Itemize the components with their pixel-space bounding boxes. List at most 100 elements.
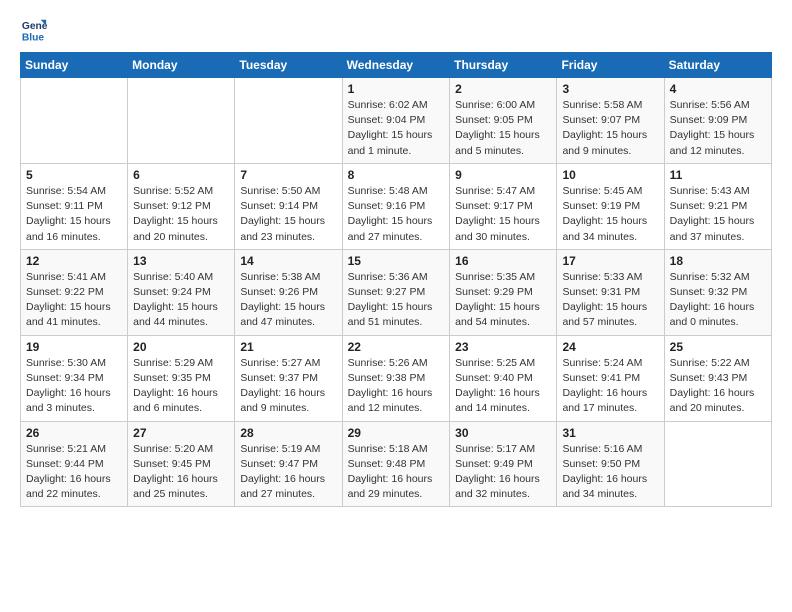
day-detail: Sunrise: 5:16 AM Sunset: 9:50 PM Dayligh… (562, 442, 658, 503)
calendar-cell: 16Sunrise: 5:35 AM Sunset: 9:29 PM Dayli… (450, 249, 557, 335)
day-header-friday: Friday (557, 53, 664, 78)
day-number: 15 (348, 254, 445, 268)
day-number: 24 (562, 340, 658, 354)
calendar-header: SundayMondayTuesdayWednesdayThursdayFrid… (21, 53, 772, 78)
calendar-cell: 27 Sunrise: 5:20 AM Sunset: 9:45 PM Dayli… (128, 421, 235, 507)
calendar-cell: 3 Sunrise: 5:58 AM Sunset: 9:07 PM Daylig… (557, 78, 664, 164)
day-detail: Sunrise: 5:24 AM Sunset: 9:41 PM Dayligh… (562, 356, 658, 417)
day-detail: Sunrise: 5:40 AM Sunset: 9:24 PM Dayligh… (133, 270, 229, 331)
calendar-cell: 7Sunrise: 5:50 AM Sunset: 9:14 PM Daylig… (235, 163, 342, 249)
day-number: 9 (455, 168, 551, 182)
day-detail: Sunrise: 6:02 AM Sunset: 9:04 PM Dayligh… (348, 98, 445, 159)
calendar-cell (235, 78, 342, 164)
day-detail: Sunrise: 5:21 AM Sunset: 9:44 PM Dayligh… (26, 442, 122, 503)
calendar-cell: 31 Sunrise: 5:16 AM Sunset: 9:50 PM Dayli… (557, 421, 664, 507)
week-row-4: 19 Sunrise: 5:30 AM Sunset: 9:34 PM Dayli… (21, 335, 772, 421)
day-number: 27 (133, 426, 229, 440)
week-row-5: 26 Sunrise: 5:21 AM Sunset: 9:44 PM Dayli… (21, 421, 772, 507)
calendar-cell: 4 Sunrise: 5:56 AM Sunset: 9:09 PM Daylig… (664, 78, 771, 164)
day-detail: Sunrise: 5:56 AM Sunset: 9:09 PM Dayligh… (670, 98, 766, 159)
calendar-cell: 1 Sunrise: 6:02 AM Sunset: 9:04 PM Daylig… (342, 78, 450, 164)
day-number: 29 (348, 426, 445, 440)
calendar-cell: 24 Sunrise: 5:24 AM Sunset: 9:41 PM Dayli… (557, 335, 664, 421)
day-number: 25 (670, 340, 766, 354)
day-number: 16 (455, 254, 551, 268)
calendar-cell: 18 Sunrise: 5:32 AM Sunset: 9:32 PM Dayli… (664, 249, 771, 335)
calendar-cell: 15 Sunrise: 5:36 AM Sunset: 9:27 PM Dayli… (342, 249, 450, 335)
day-detail: Sunrise: 5:25 AM Sunset: 9:40 PM Dayligh… (455, 356, 551, 417)
day-number: 4 (670, 82, 766, 96)
page-header: General Blue (20, 16, 772, 44)
calendar-cell: 12Sunrise: 5:41 AM Sunset: 9:22 PM Dayli… (21, 249, 128, 335)
day-number: 22 (348, 340, 445, 354)
day-detail: Sunrise: 5:20 AM Sunset: 9:45 PM Dayligh… (133, 442, 229, 503)
day-detail: Sunrise: 5:58 AM Sunset: 9:07 PM Dayligh… (562, 98, 658, 159)
week-row-2: 5 Sunrise: 5:54 AM Sunset: 9:11 PM Daylig… (21, 163, 772, 249)
day-detail: Sunrise: 5:48 AM Sunset: 9:16 PM Dayligh… (348, 184, 445, 245)
day-header-sunday: Sunday (21, 53, 128, 78)
day-number: 13 (133, 254, 229, 268)
day-number: 10 (562, 168, 658, 182)
day-number: 12 (26, 254, 122, 268)
day-detail: Sunrise: 5:32 AM Sunset: 9:32 PM Dayligh… (670, 270, 766, 331)
day-detail: Sunrise: 5:54 AM Sunset: 9:11 PM Dayligh… (26, 184, 122, 245)
calendar-cell: 5 Sunrise: 5:54 AM Sunset: 9:11 PM Daylig… (21, 163, 128, 249)
day-number: 1 (348, 82, 445, 96)
day-header-wednesday: Wednesday (342, 53, 450, 78)
week-row-3: 12Sunrise: 5:41 AM Sunset: 9:22 PM Dayli… (21, 249, 772, 335)
day-detail: Sunrise: 5:47 AM Sunset: 9:17 PM Dayligh… (455, 184, 551, 245)
day-number: 7 (240, 168, 336, 182)
calendar-cell: 28Sunrise: 5:19 AM Sunset: 9:47 PM Dayli… (235, 421, 342, 507)
day-header-thursday: Thursday (450, 53, 557, 78)
calendar-cell: 22 Sunrise: 5:26 AM Sunset: 9:38 PM Dayli… (342, 335, 450, 421)
day-number: 5 (26, 168, 122, 182)
day-detail: Sunrise: 5:22 AM Sunset: 9:43 PM Dayligh… (670, 356, 766, 417)
day-detail: Sunrise: 5:27 AM Sunset: 9:37 PM Dayligh… (240, 356, 336, 417)
day-number: 26 (26, 426, 122, 440)
day-number: 30 (455, 426, 551, 440)
day-header-tuesday: Tuesday (235, 53, 342, 78)
calendar-cell: 30 Sunrise: 5:17 AM Sunset: 9:49 PM Dayli… (450, 421, 557, 507)
calendar-cell: 26 Sunrise: 5:21 AM Sunset: 9:44 PM Dayli… (21, 421, 128, 507)
day-number: 18 (670, 254, 766, 268)
day-number: 14 (240, 254, 336, 268)
day-detail: Sunrise: 5:30 AM Sunset: 9:34 PM Dayligh… (26, 356, 122, 417)
day-detail: Sunrise: 5:29 AM Sunset: 9:35 PM Dayligh… (133, 356, 229, 417)
day-detail: Sunrise: 5:36 AM Sunset: 9:27 PM Dayligh… (348, 270, 445, 331)
day-number: 2 (455, 82, 551, 96)
calendar-body: 1 Sunrise: 6:02 AM Sunset: 9:04 PM Daylig… (21, 78, 772, 507)
day-number: 21 (240, 340, 336, 354)
logo: General Blue (20, 16, 50, 44)
day-detail: Sunrise: 5:33 AM Sunset: 9:31 PM Dayligh… (562, 270, 658, 331)
calendar-cell: 2Sunrise: 6:00 AM Sunset: 9:05 PM Daylig… (450, 78, 557, 164)
day-number: 19 (26, 340, 122, 354)
calendar-cell: 19 Sunrise: 5:30 AM Sunset: 9:34 PM Dayli… (21, 335, 128, 421)
calendar-cell: 14 Sunrise: 5:38 AM Sunset: 9:26 PM Dayli… (235, 249, 342, 335)
day-detail: Sunrise: 5:26 AM Sunset: 9:38 PM Dayligh… (348, 356, 445, 417)
day-header-monday: Monday (128, 53, 235, 78)
day-number: 20 (133, 340, 229, 354)
day-detail: Sunrise: 5:18 AM Sunset: 9:48 PM Dayligh… (348, 442, 445, 503)
calendar-cell: 13 Sunrise: 5:40 AM Sunset: 9:24 PM Dayli… (128, 249, 235, 335)
calendar-cell: 25 Sunrise: 5:22 AM Sunset: 9:43 PM Dayli… (664, 335, 771, 421)
day-number: 11 (670, 168, 766, 182)
day-number: 3 (562, 82, 658, 96)
svg-text:Blue: Blue (22, 32, 45, 43)
calendar-cell (664, 421, 771, 507)
day-header-saturday: Saturday (664, 53, 771, 78)
calendar-cell: 11 Sunrise: 5:43 AM Sunset: 9:21 PM Dayli… (664, 163, 771, 249)
day-detail: Sunrise: 5:17 AM Sunset: 9:49 PM Dayligh… (455, 442, 551, 503)
calendar-cell: 20 Sunrise: 5:29 AM Sunset: 9:35 PM Dayli… (128, 335, 235, 421)
day-detail: Sunrise: 5:52 AM Sunset: 9:12 PM Dayligh… (133, 184, 229, 245)
days-of-week-row: SundayMondayTuesdayWednesdayThursdayFrid… (21, 53, 772, 78)
day-detail: Sunrise: 5:43 AM Sunset: 9:21 PM Dayligh… (670, 184, 766, 245)
calendar-cell: 8 Sunrise: 5:48 AM Sunset: 9:16 PM Daylig… (342, 163, 450, 249)
day-number: 8 (348, 168, 445, 182)
week-row-1: 1 Sunrise: 6:02 AM Sunset: 9:04 PM Daylig… (21, 78, 772, 164)
day-detail: Sunrise: 5:45 AM Sunset: 9:19 PM Dayligh… (562, 184, 658, 245)
day-detail: Sunrise: 5:38 AM Sunset: 9:26 PM Dayligh… (240, 270, 336, 331)
calendar-cell: 10 Sunrise: 5:45 AM Sunset: 9:19 PM Dayli… (557, 163, 664, 249)
day-number: 31 (562, 426, 658, 440)
logo-icon: General Blue (20, 16, 48, 44)
calendar-cell: 21 Sunrise: 5:27 AM Sunset: 9:37 PM Dayli… (235, 335, 342, 421)
